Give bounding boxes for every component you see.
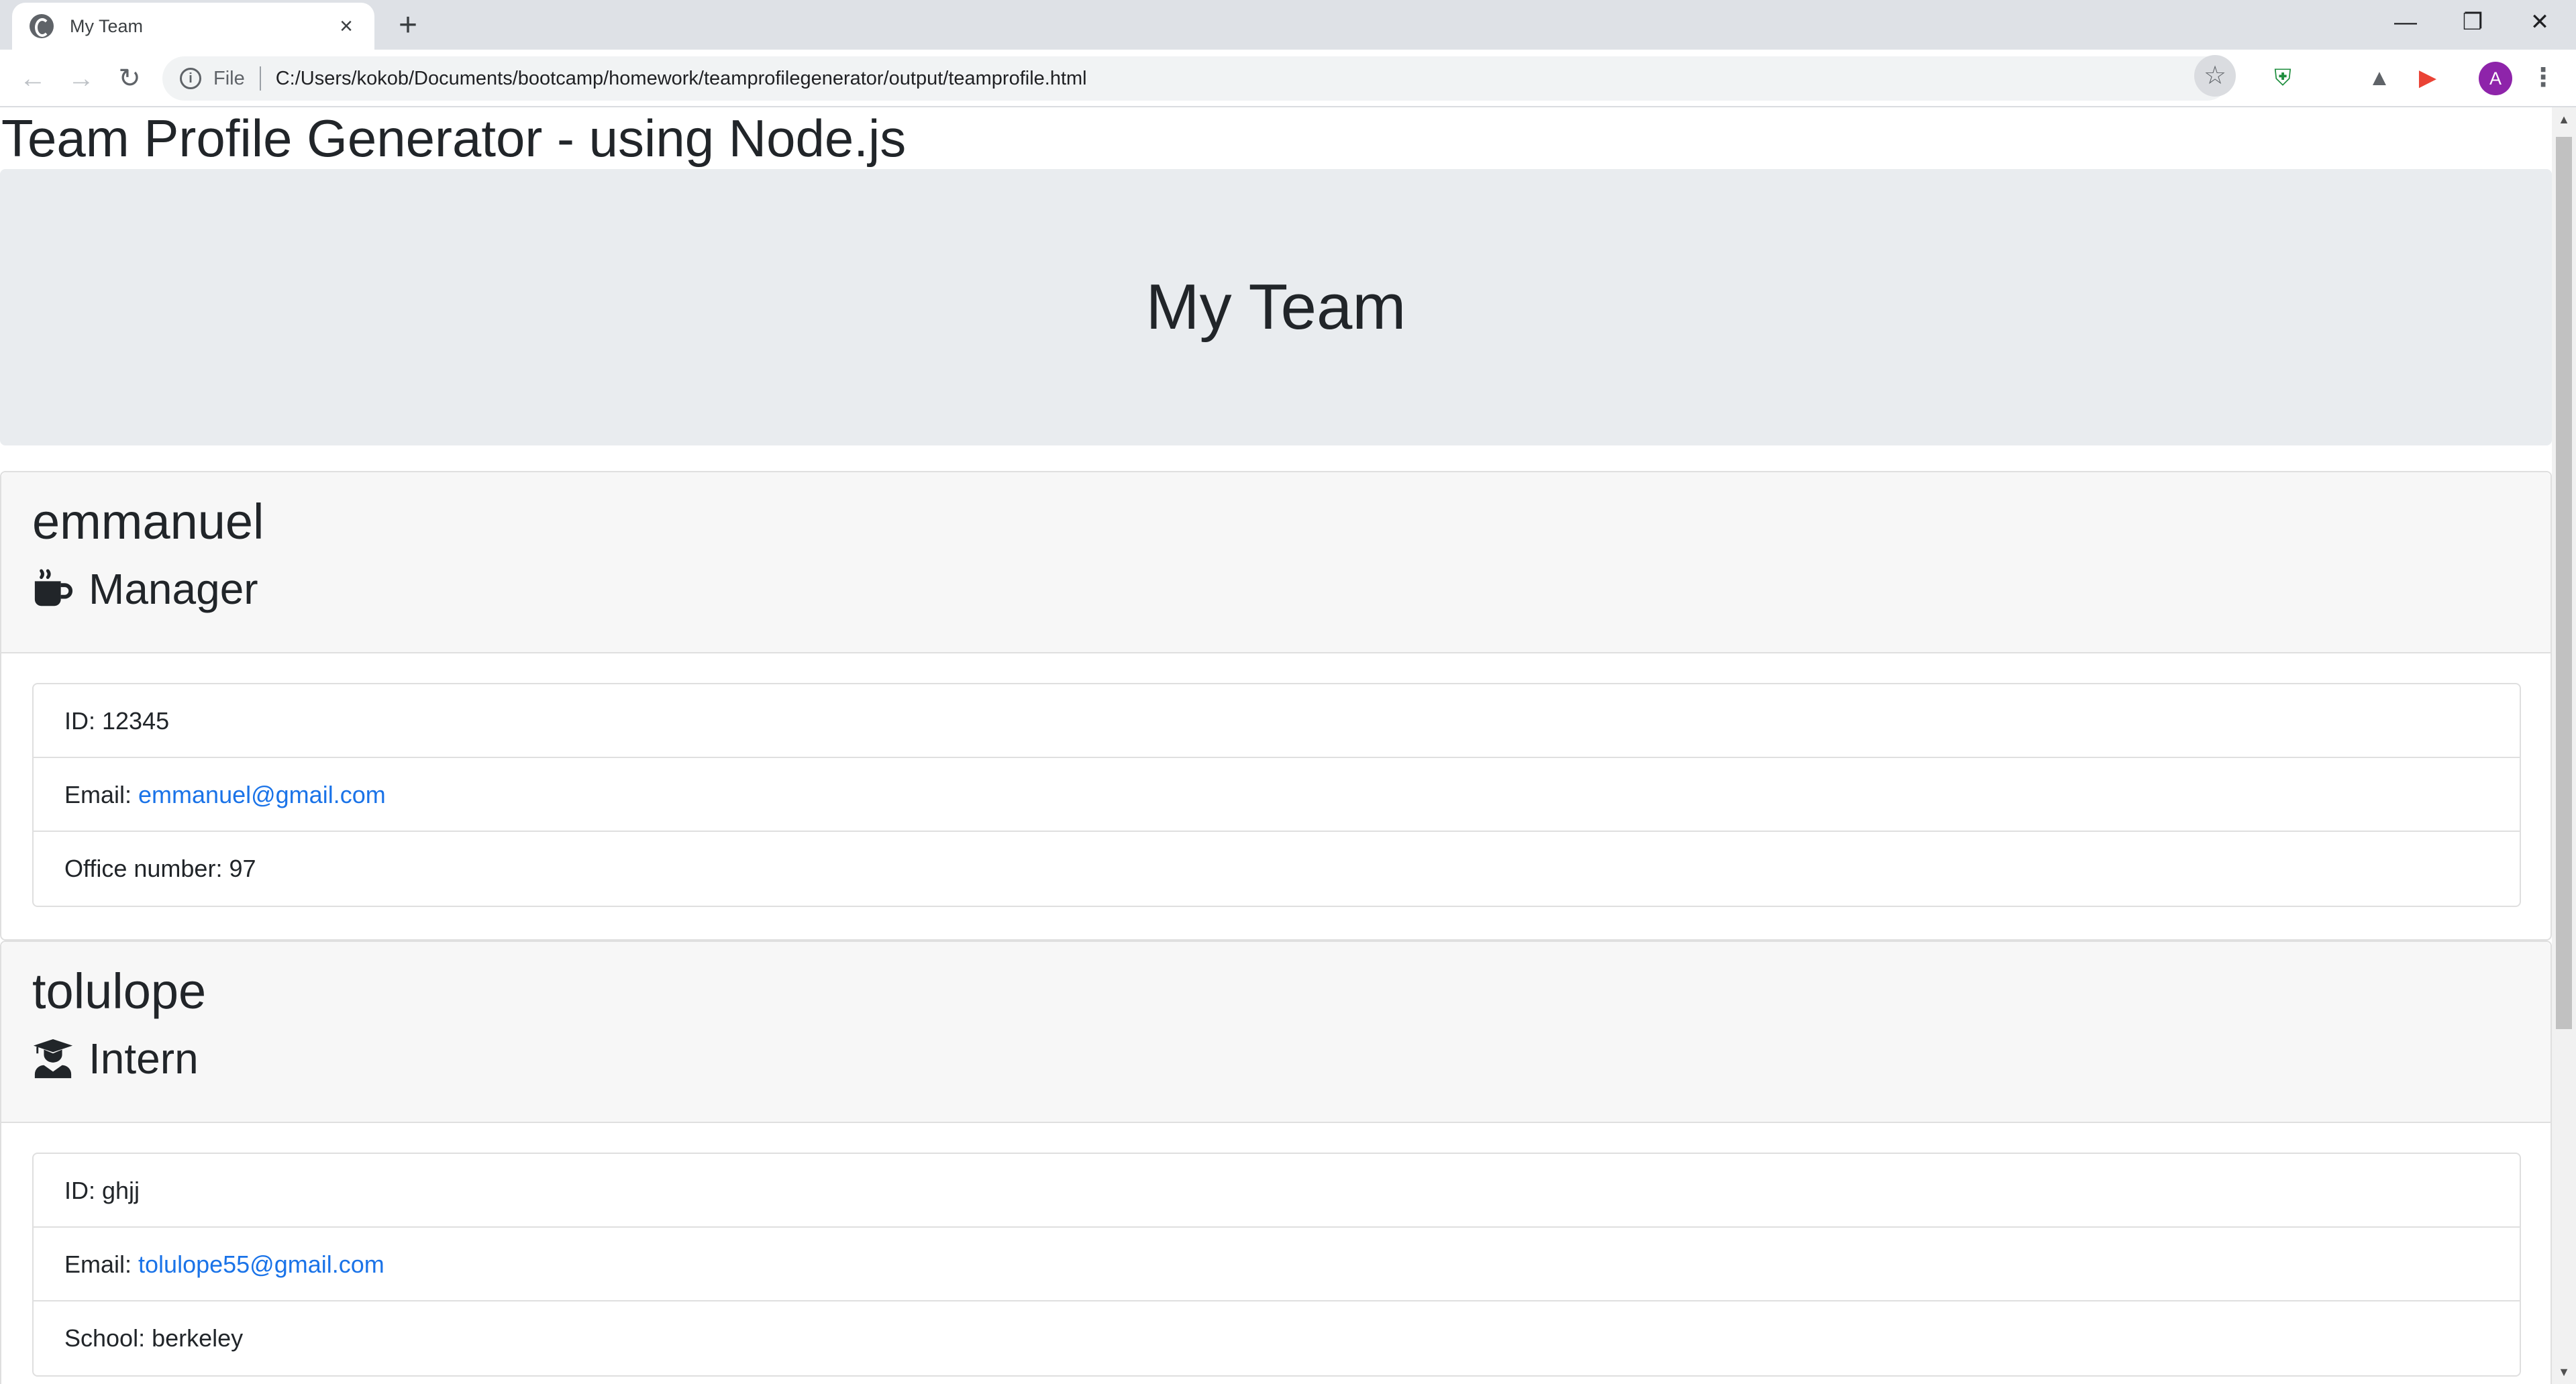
scrollbar-thumb[interactable] [2556, 137, 2572, 1029]
email-link[interactable]: emmanuel@gmail.com [138, 781, 386, 808]
page-title: Team Profile Generator - using Node.js [1, 109, 907, 168]
minimize-icon[interactable]: — [2369, 0, 2442, 44]
cast-extension-icon[interactable]: ▶ [2414, 64, 2441, 91]
employee-card: tolulope Intern ID: ghjj Email: tolulope… [0, 941, 2552, 1384]
employee-id-item: ID: 12345 [34, 684, 2520, 758]
browser-toolbar: ← → ↻ i File C:/Users/kokob/Documents/bo… [0, 50, 2576, 107]
tab-title: My Team [70, 15, 144, 36]
employee-role-label: Intern [89, 1034, 199, 1083]
page-viewport: Team Profile Generator - using Node.js M… [0, 107, 2552, 1384]
id-label: ID: [64, 1177, 103, 1204]
info-icon[interactable]: i [180, 68, 201, 89]
school-value: berkeley [152, 1324, 244, 1352]
employee-details-list: ID: ghjj Email: tolulope55@gmail.com Sch… [32, 1153, 2521, 1377]
employee-role: Manager [32, 561, 2551, 617]
mug-icon [34, 569, 73, 606]
profile-avatar[interactable]: A [2479, 62, 2512, 95]
card-body: ID: 12345 Email: emmanuel@gmail.com Offi… [1, 653, 2551, 907]
drive-extension-icon[interactable]: ▲ [2366, 64, 2393, 91]
employee-email-item: Email: emmanuel@gmail.com [34, 758, 2520, 832]
employee-role: Intern [32, 1030, 2551, 1087]
graduate-icon [33, 1039, 73, 1079]
office-number-item: Office number: 97 [34, 832, 2520, 906]
employee-card: emmanuel Manager ID: 12345 Email: emmanu… [0, 471, 2552, 941]
back-arrow-icon[interactable]: ← [12, 58, 54, 99]
office-number-value: 97 [229, 855, 256, 882]
employee-details-list: ID: 12345 Email: emmanuel@gmail.com Offi… [32, 683, 2521, 907]
id-value: ghjj [102, 1177, 140, 1204]
jumbotron: My Team [0, 169, 2552, 445]
bookmark-star-icon[interactable]: ☆ [2194, 55, 2236, 97]
scroll-down-arrow-icon[interactable]: ▼ [2552, 1360, 2576, 1384]
maximize-icon[interactable]: ❐ [2436, 0, 2510, 44]
card-header: emmanuel Manager [1, 472, 2551, 653]
scroll-up-arrow-icon[interactable]: ▲ [2552, 107, 2576, 131]
url-text[interactable]: C:/Users/kokob/Documents/bootcamp/homewo… [276, 68, 1087, 90]
reload-icon[interactable]: ↻ [109, 58, 150, 99]
id-label: ID: [64, 707, 103, 735]
new-tab-button[interactable]: + [389, 7, 427, 44]
browser-tab[interactable]: My Team × [12, 3, 374, 50]
email-label: Email: [64, 1250, 139, 1278]
employee-name: tolulope [32, 963, 207, 1019]
url-scheme-label: File [213, 66, 261, 91]
globe-icon [30, 14, 54, 38]
office-number-label: Office number: [64, 855, 229, 882]
jumbotron-title: My Team [1145, 271, 1406, 343]
tab-close-icon[interactable]: × [331, 11, 361, 41]
id-value: 12345 [102, 707, 170, 735]
forward-arrow-icon[interactable]: → [60, 58, 102, 99]
browser-menu-icon[interactable]: ⋮ [2530, 59, 2557, 97]
window-close-icon[interactable]: ✕ [2503, 0, 2576, 44]
email-link[interactable]: tolulope55@gmail.com [138, 1250, 384, 1278]
employee-name: emmanuel [32, 494, 264, 549]
employee-email-item: Email: tolulope55@gmail.com [34, 1228, 2520, 1301]
card-body: ID: ghjj Email: tolulope55@gmail.com Sch… [1, 1123, 2551, 1377]
employee-id-item: ID: ghjj [34, 1154, 2520, 1228]
browser-tabstrip: My Team × + — ❐ ✕ [0, 0, 2576, 50]
email-label: Email: [64, 781, 139, 808]
school-item: School: berkeley [34, 1301, 2520, 1375]
vertical-scrollbar[interactable]: ▲ ▼ [2552, 107, 2576, 1384]
employee-role-label: Manager [89, 565, 258, 613]
school-label: School: [64, 1324, 152, 1352]
shield-extension-icon[interactable]: ⛨ [2269, 64, 2296, 91]
address-bar[interactable]: i File C:/Users/kokob/Documents/bootcamp… [162, 56, 2229, 101]
card-header: tolulope Intern [1, 942, 2551, 1123]
